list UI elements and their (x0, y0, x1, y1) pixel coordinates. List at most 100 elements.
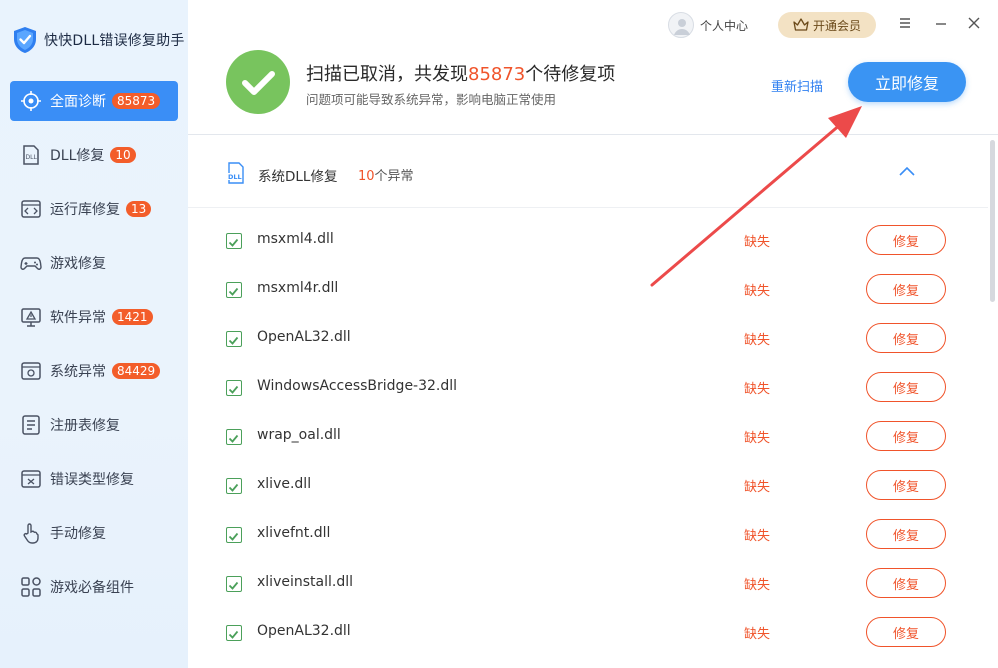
sidebar-item-label: 错误类型修复 (50, 472, 134, 488)
sidebar-item-error-type[interactable]: 错误类型修复 (10, 459, 178, 499)
fix-button[interactable]: 修复 (866, 568, 946, 598)
file-name: OpenAL32.dll (257, 329, 351, 345)
scrollbar[interactable] (990, 140, 995, 302)
sidebar-item-label: 注册表修复 (50, 418, 120, 434)
sidebar-nav: 全面诊断 85873 DLL DLL修复 10 运行库修复 13 游戏修复 软件… (0, 81, 188, 621)
menu-icon[interactable] (898, 16, 912, 30)
close-icon[interactable] (967, 16, 981, 30)
count-badge: 85873 (112, 93, 161, 109)
hand-icon (23, 523, 39, 544)
fix-button[interactable]: 修复 (866, 617, 946, 647)
avatar (668, 12, 694, 38)
sidebar-item-dll[interactable]: DLL DLL修复 10 (10, 135, 178, 175)
fix-button[interactable]: 修复 (866, 225, 946, 255)
count-badge: 84429 (112, 363, 161, 379)
list-item: xlivefnt.dll 缺失 修复 (188, 510, 988, 559)
fix-button[interactable]: 修复 (866, 323, 946, 353)
divider (188, 207, 988, 208)
sidebar-item-label: 全面诊断 (50, 94, 106, 110)
chevron-up-icon[interactable] (898, 165, 916, 177)
error-type-icon (21, 470, 41, 488)
fix-now-button[interactable]: 立即修复 (848, 62, 966, 102)
registry-icon (22, 415, 40, 435)
section-count-suffix: 个异常 (374, 169, 414, 184)
fix-button[interactable]: 修复 (866, 470, 946, 500)
list-item: OpenAL32.dll 缺失 修复 (188, 608, 988, 657)
vip-button[interactable]: 开通会员 (778, 12, 876, 38)
row-checkbox[interactable] (226, 576, 242, 592)
status-title-suffix: 个待修复项 (525, 64, 616, 85)
row-checkbox[interactable] (226, 429, 242, 445)
sidebar-item-label: 游戏必备组件 (50, 580, 134, 596)
user-center-label: 个人中心 (700, 18, 749, 33)
status-subtitle: 问题项可能导致系统异常，影响电脑正常使用 (306, 92, 557, 107)
fix-button[interactable]: 修复 (866, 274, 946, 304)
list-item: wrap_oal.dll 缺失 修复 (188, 412, 988, 461)
status-label: 缺失 (744, 235, 771, 250)
row-checkbox[interactable] (226, 380, 242, 396)
rescan-link[interactable]: 重新扫描 (771, 76, 823, 95)
issue-count: 85873 (468, 64, 526, 85)
fix-button[interactable]: 修复 (866, 519, 946, 549)
file-name: msxml4.dll (257, 231, 334, 247)
count-badge: 10 (110, 147, 136, 163)
sidebar-item-system[interactable]: 系统异常 84429 (10, 351, 178, 391)
sidebar-item-runtime[interactable]: 运行库修复 13 (10, 189, 178, 229)
list-item: OpenAL32.dll 缺失 修复 (188, 314, 988, 363)
crown-icon (793, 18, 809, 31)
sidebar-item-software[interactable]: 软件异常 1421 (10, 297, 178, 337)
user-icon (674, 19, 690, 35)
file-name: xliveinstall.dll (257, 574, 353, 590)
file-name: msxml4r.dll (257, 280, 339, 296)
sidebar-item-label: 系统异常 (50, 364, 106, 380)
sidebar-item-label: 手动修复 (50, 526, 106, 542)
row-checkbox[interactable] (226, 625, 242, 641)
status-title: 扫描已取消，共发现85873个待修复项 (306, 60, 615, 86)
status-label: 缺失 (744, 284, 771, 299)
user-center-button[interactable]: 个人中心 (668, 12, 748, 38)
svg-text:DLL: DLL (228, 173, 242, 181)
diagnose-icon (21, 91, 41, 111)
vip-label: 开通会员 (812, 18, 861, 33)
file-name: WindowsAccessBridge-32.dll (257, 378, 458, 394)
sidebar-item-label: DLL修复 (50, 148, 105, 164)
row-checkbox[interactable] (226, 282, 242, 298)
grid-icon (21, 577, 41, 597)
fix-button[interactable]: 修复 (866, 372, 946, 402)
row-checkbox[interactable] (226, 233, 242, 249)
gamepad-icon (20, 257, 42, 270)
dll-file-icon: DLL (227, 162, 244, 184)
file-name: OpenAL32.dll (257, 623, 351, 639)
sidebar-item-components[interactable]: 游戏必备组件 (10, 567, 178, 607)
sidebar-item-label: 游戏修复 (50, 256, 106, 272)
row-checkbox[interactable] (226, 478, 242, 494)
sidebar-item-diagnose[interactable]: 全面诊断 85873 (10, 81, 178, 121)
success-check-icon (226, 50, 290, 114)
sidebar-item-label: 软件异常 (50, 310, 106, 326)
scan-status: 扫描已取消，共发现85873个待修复项 问题项可能导致系统异常，影响电脑正常使用… (188, 40, 998, 135)
file-name: xlive.dll (257, 476, 312, 492)
status-label: 缺失 (744, 627, 771, 642)
sidebar-item-manual[interactable]: 手动修复 (10, 513, 178, 553)
minimize-icon[interactable] (934, 16, 948, 30)
list-item: xliveinstall.dll 缺失 修复 (188, 559, 988, 608)
list-item: msxml4.dll 缺失 修复 (188, 216, 988, 265)
file-name: wrap_oal.dll (257, 427, 341, 443)
status-label: 缺失 (744, 480, 771, 495)
dll-list: msxml4.dll 缺失 修复 msxml4r.dll 缺失 修复 OpenA… (188, 216, 988, 657)
sidebar-item-registry[interactable]: 注册表修复 (10, 405, 178, 445)
app-title: 快快DLL错误修复助手 (44, 33, 185, 49)
fix-button[interactable]: 修复 (866, 421, 946, 451)
row-checkbox[interactable] (226, 527, 242, 543)
row-checkbox[interactable] (226, 331, 242, 347)
list-item: msxml4r.dll 缺失 修复 (188, 265, 988, 314)
status-label: 缺失 (744, 431, 771, 446)
section-header[interactable]: DLL 系统DLL修复 10个异常 (188, 135, 988, 207)
warning-icon (21, 308, 41, 327)
sidebar-item-game[interactable]: 游戏修复 (10, 243, 178, 283)
status-title-prefix: 扫描已取消，共发现 (306, 64, 468, 85)
file-name: xlivefnt.dll (257, 525, 331, 541)
shield-logo-icon (14, 27, 36, 53)
dll-icon: DLL (23, 145, 39, 165)
runtime-icon (21, 200, 41, 218)
